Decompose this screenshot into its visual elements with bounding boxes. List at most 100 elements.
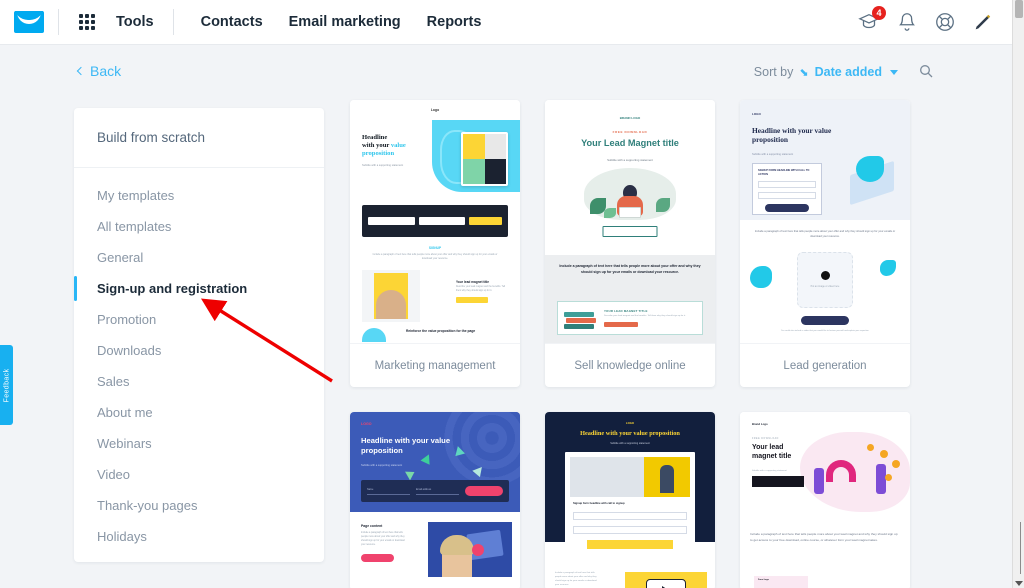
nav-item-reports[interactable]: Reports <box>414 0 495 45</box>
bell-icon[interactable] <box>896 11 918 33</box>
thumb-headline: Your lead magnet title <box>752 444 792 460</box>
sidebar-item-thank-you-pages[interactable]: Thank-you pages <box>74 490 324 521</box>
template-thumbnail: LOGO Headline with your value propositio… <box>545 412 715 588</box>
scrollbar-thumb[interactable] <box>1015 0 1023 18</box>
thumb-form-button <box>465 486 503 496</box>
template-card-navy-yellow[interactable]: LOGO Headline with your value propositio… <box>545 412 715 588</box>
thumb-pretitle: FREE DOWNLOAD <box>752 438 779 440</box>
thumb-mid-block: SIGNUP Include a paragraph of text here … <box>368 246 502 261</box>
thumb-mid-title: SIGNUP <box>428 246 442 250</box>
nav-item-email-marketing[interactable]: Email marketing <box>276 0 414 45</box>
category-list: My templates All templates General Sign-… <box>74 168 324 552</box>
thumb-cta-button <box>752 476 804 487</box>
sidebar-item-all-templates[interactable]: All templates <box>74 211 324 242</box>
thumb-headline: Headline with your value proposition <box>752 126 832 145</box>
top-navigation-bar: Tools Contacts Email marketing Reports 4 <box>0 0 1012 45</box>
thumb-section-title: Page content <box>361 524 383 528</box>
template-card-title: Sell knowledge online <box>545 343 715 387</box>
sidebar-item-video[interactable]: Video <box>74 459 324 490</box>
thumb-photo-woman <box>428 522 512 577</box>
thumb-cta-button <box>361 553 394 562</box>
thumb-form-button <box>587 540 673 549</box>
sidebar-item-holidays[interactable]: Holidays <box>74 521 324 552</box>
decorative-shape-left <box>750 266 772 288</box>
thumb-placeholder-text: Put an image or video here <box>810 285 840 289</box>
thumb-pretitle: FREE DOWNLOAD <box>612 130 648 134</box>
scroll-down-arrow-icon[interactable] <box>1014 581 1023 586</box>
chevron-down-icon[interactable] <box>890 69 898 75</box>
thumb-form-button <box>765 203 809 212</box>
thumb-section-paragraph: Include a paragraph of text here that te… <box>361 532 405 546</box>
template-thumbnail: LOGO Headline with your value propositio… <box>350 412 520 588</box>
template-card-lead-generation[interactable]: LOGO Headline with your value propositio… <box>740 100 910 387</box>
apps-grid-icon <box>79 14 95 30</box>
thumb-subtitle: Subtitle with a supporting statement <box>752 470 787 472</box>
back-button[interactable]: Back <box>76 63 121 79</box>
pen-icon[interactable] <box>972 11 994 33</box>
nav-item-contacts[interactable]: Contacts <box>188 0 276 45</box>
thumb-subtitle: Subtitle with a supporting statement <box>362 164 404 167</box>
template-thumbnail: Brand Logo FREE DOWNLOAD Your lead magne… <box>740 412 910 588</box>
sidebar-item-sign-up-and-registration[interactable]: Sign-up and registration <box>74 273 324 304</box>
thumb-cta-button <box>456 297 488 304</box>
thumb-card-button <box>604 321 638 327</box>
thumb-lower-section: Include a paragraph of text here that te… <box>545 564 715 588</box>
thumb-lower-section: Include a paragraph of text here that te… <box>740 220 910 343</box>
template-card-marketing-management[interactable]: Logo Headline with your value proposition … <box>350 100 520 387</box>
nav-divider-2 <box>172 9 174 35</box>
sidebar-item-webinars[interactable]: Webinars <box>74 428 324 459</box>
thumb-logo: Brand Logo <box>752 422 768 426</box>
thumb-headline: Your Lead Magnet title <box>581 138 679 148</box>
thumb-subtitle: Subtitle with a supporting statement <box>361 464 403 467</box>
template-thumbnail: BRAND LOGO FREE DOWNLOAD Your Lead Magne… <box>545 100 715 343</box>
feedback-tab[interactable]: Feedback <box>0 345 13 425</box>
thumb-signup-form: SIGNUP FORM HEADLINE WITH CALL TO ACTION <box>752 163 822 215</box>
thumb-logo: Logo <box>430 108 440 112</box>
thumb-mini-card: Form Logo <box>754 576 808 588</box>
template-card-title: Lead generation <box>740 343 910 387</box>
thumb-books-card: YOUR LEAD MAGNET TITLE Describe your lea… <box>557 301 703 335</box>
page-subheader: Back Sort by ⬊ Date added <box>0 45 1012 108</box>
thumb-lower-section: Include a paragraph of text here that te… <box>545 255 715 343</box>
graduation-cap-icon[interactable]: 4 <box>858 6 886 33</box>
template-thumbnail: LOGO Headline with your value propositio… <box>740 100 910 343</box>
thumb-poster <box>362 270 420 322</box>
thumb-headline: Headline with your value proposition <box>362 134 406 158</box>
nav-item-tools[interactable]: Tools <box>59 0 167 45</box>
thumb-subtitle: Subtitle with a supporting statement <box>752 153 794 156</box>
sidebar-item-general[interactable]: General <box>74 242 324 273</box>
sidebar-item-sales[interactable]: Sales <box>74 366 324 397</box>
template-card-blue-target[interactable]: LOGO Headline with your value propositio… <box>350 412 520 588</box>
sort-by-label: Sort by <box>753 65 794 79</box>
lifebuoy-icon[interactable] <box>934 11 956 33</box>
sidebar-item-about-me[interactable]: About me <box>74 397 324 428</box>
app-logo[interactable] <box>0 11 58 33</box>
thumb-mid-paragraph: Include a paragraph of text here that te… <box>372 253 498 260</box>
sidebar-item-promotion[interactable]: Promotion <box>74 304 324 335</box>
thumb-cta-button <box>602 226 658 237</box>
search-icon[interactable] <box>918 63 934 84</box>
thumb-media-placeholder: Put an image or video here <box>797 252 853 308</box>
template-card-lead-magnet[interactable]: Brand Logo FREE DOWNLOAD Your lead magne… <box>740 412 910 588</box>
build-from-scratch-item[interactable]: Build from scratch <box>74 108 324 168</box>
sort-arrow-icon: ⬊ <box>799 66 809 79</box>
notification-badge: 4 <box>872 6 886 20</box>
decorative-shape-right <box>880 260 896 276</box>
scrollbar-rule <box>1020 522 1021 574</box>
thumb-form-title: SIGNUP FORM HEADLINE WITH CALL TO ACTION <box>758 169 810 176</box>
chevron-left-icon <box>76 66 86 75</box>
sidebar-item-downloads[interactable]: Downloads <box>74 335 324 366</box>
template-grid: Logo Headline with your value proposition … <box>350 100 950 588</box>
thumb-paragraph: Include a paragraph of text here that te… <box>559 264 701 275</box>
thumb-photo-man-laptop <box>570 457 690 497</box>
page-scrollbar[interactable] <box>1012 0 1024 588</box>
sort-value[interactable]: Date added <box>815 65 882 79</box>
sidebar-item-my-templates[interactable]: My templates <box>74 180 324 211</box>
thumb-headline: Headline with your value proposition <box>580 430 680 437</box>
nav-label-tools: Tools <box>116 13 154 30</box>
template-card-sell-knowledge-online[interactable]: BRAND LOGO FREE DOWNLOAD Your Lead Magne… <box>545 100 715 387</box>
thumb-cta-button <box>801 316 849 325</box>
thumb-footer-title: Reinforce the value proposition for the … <box>406 329 476 333</box>
thumb-form <box>362 205 508 237</box>
thumb-hero: Headline with your value proposition Subti… <box>350 120 520 195</box>
